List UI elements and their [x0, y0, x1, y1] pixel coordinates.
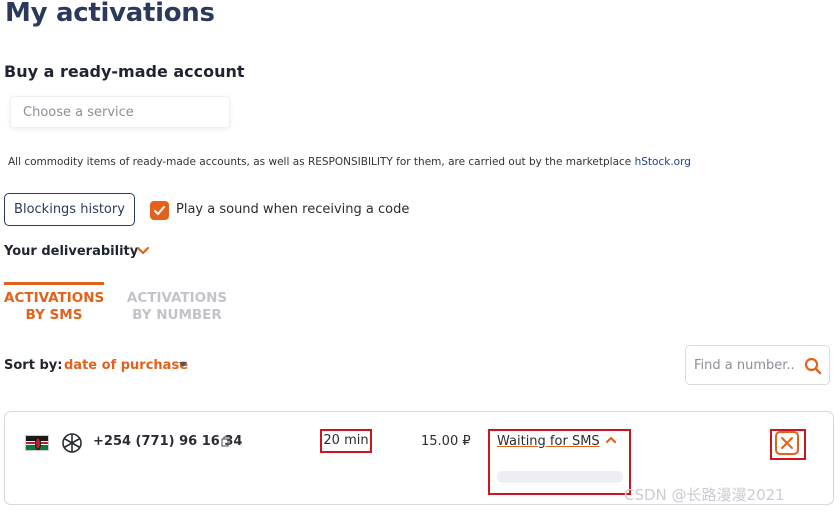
sort-dropdown[interactable]: date of purchase	[64, 358, 188, 373]
copy-icon[interactable]	[221, 436, 231, 447]
marketplace-notice: All commodity items of ready-made accoun…	[8, 156, 691, 168]
tab-sms-line2: BY SMS	[25, 307, 83, 323]
deliverability-toggle-label[interactable]: Your deliverability	[4, 244, 138, 259]
tab-number-line1: ACTIVATIONS	[126, 290, 228, 306]
chevron-down-icon[interactable]	[136, 246, 150, 256]
tab-sms-line1: ACTIVATIONS	[4, 290, 105, 306]
search-icon[interactable]	[804, 357, 822, 375]
activation-price: 15.00 ₽	[421, 434, 471, 449]
close-icon	[781, 437, 793, 449]
tab-activations-by-sms[interactable]: ACTIVATIONS BY SMS	[4, 282, 104, 324]
caret-down-icon[interactable]	[179, 362, 187, 367]
blockings-history-button[interactable]: Blockings history	[4, 193, 135, 226]
sort-label: Sort by:	[4, 358, 63, 373]
choose-service-input[interactable]	[10, 96, 230, 128]
cancel-activation-button[interactable]	[775, 431, 799, 455]
kenya-flag-icon	[25, 435, 49, 451]
chevron-up-icon[interactable]	[605, 435, 617, 444]
buy-account-heading: Buy a ready-made account	[4, 62, 245, 81]
status-toggle[interactable]: Waiting for SMS	[497, 434, 600, 449]
tab-activations-by-number[interactable]: ACTIVATIONS BY NUMBER	[126, 285, 228, 324]
marketplace-notice-text: All commodity items of ready-made accoun…	[8, 156, 635, 168]
time-left: 20 min	[320, 429, 372, 453]
play-sound-label[interactable]: Play a sound when receiving a code	[176, 202, 409, 217]
sms-progress-bar	[497, 471, 623, 483]
openai-icon	[62, 433, 82, 453]
hstock-link[interactable]: hStock.org	[635, 156, 691, 168]
tab-number-line2: BY NUMBER	[132, 307, 222, 323]
play-sound-checkbox[interactable]	[150, 201, 169, 220]
watermark: CSDN @长路漫漫2021	[624, 486, 785, 504]
page-title: My activations	[5, 0, 215, 28]
checkmark-icon	[154, 206, 165, 215]
